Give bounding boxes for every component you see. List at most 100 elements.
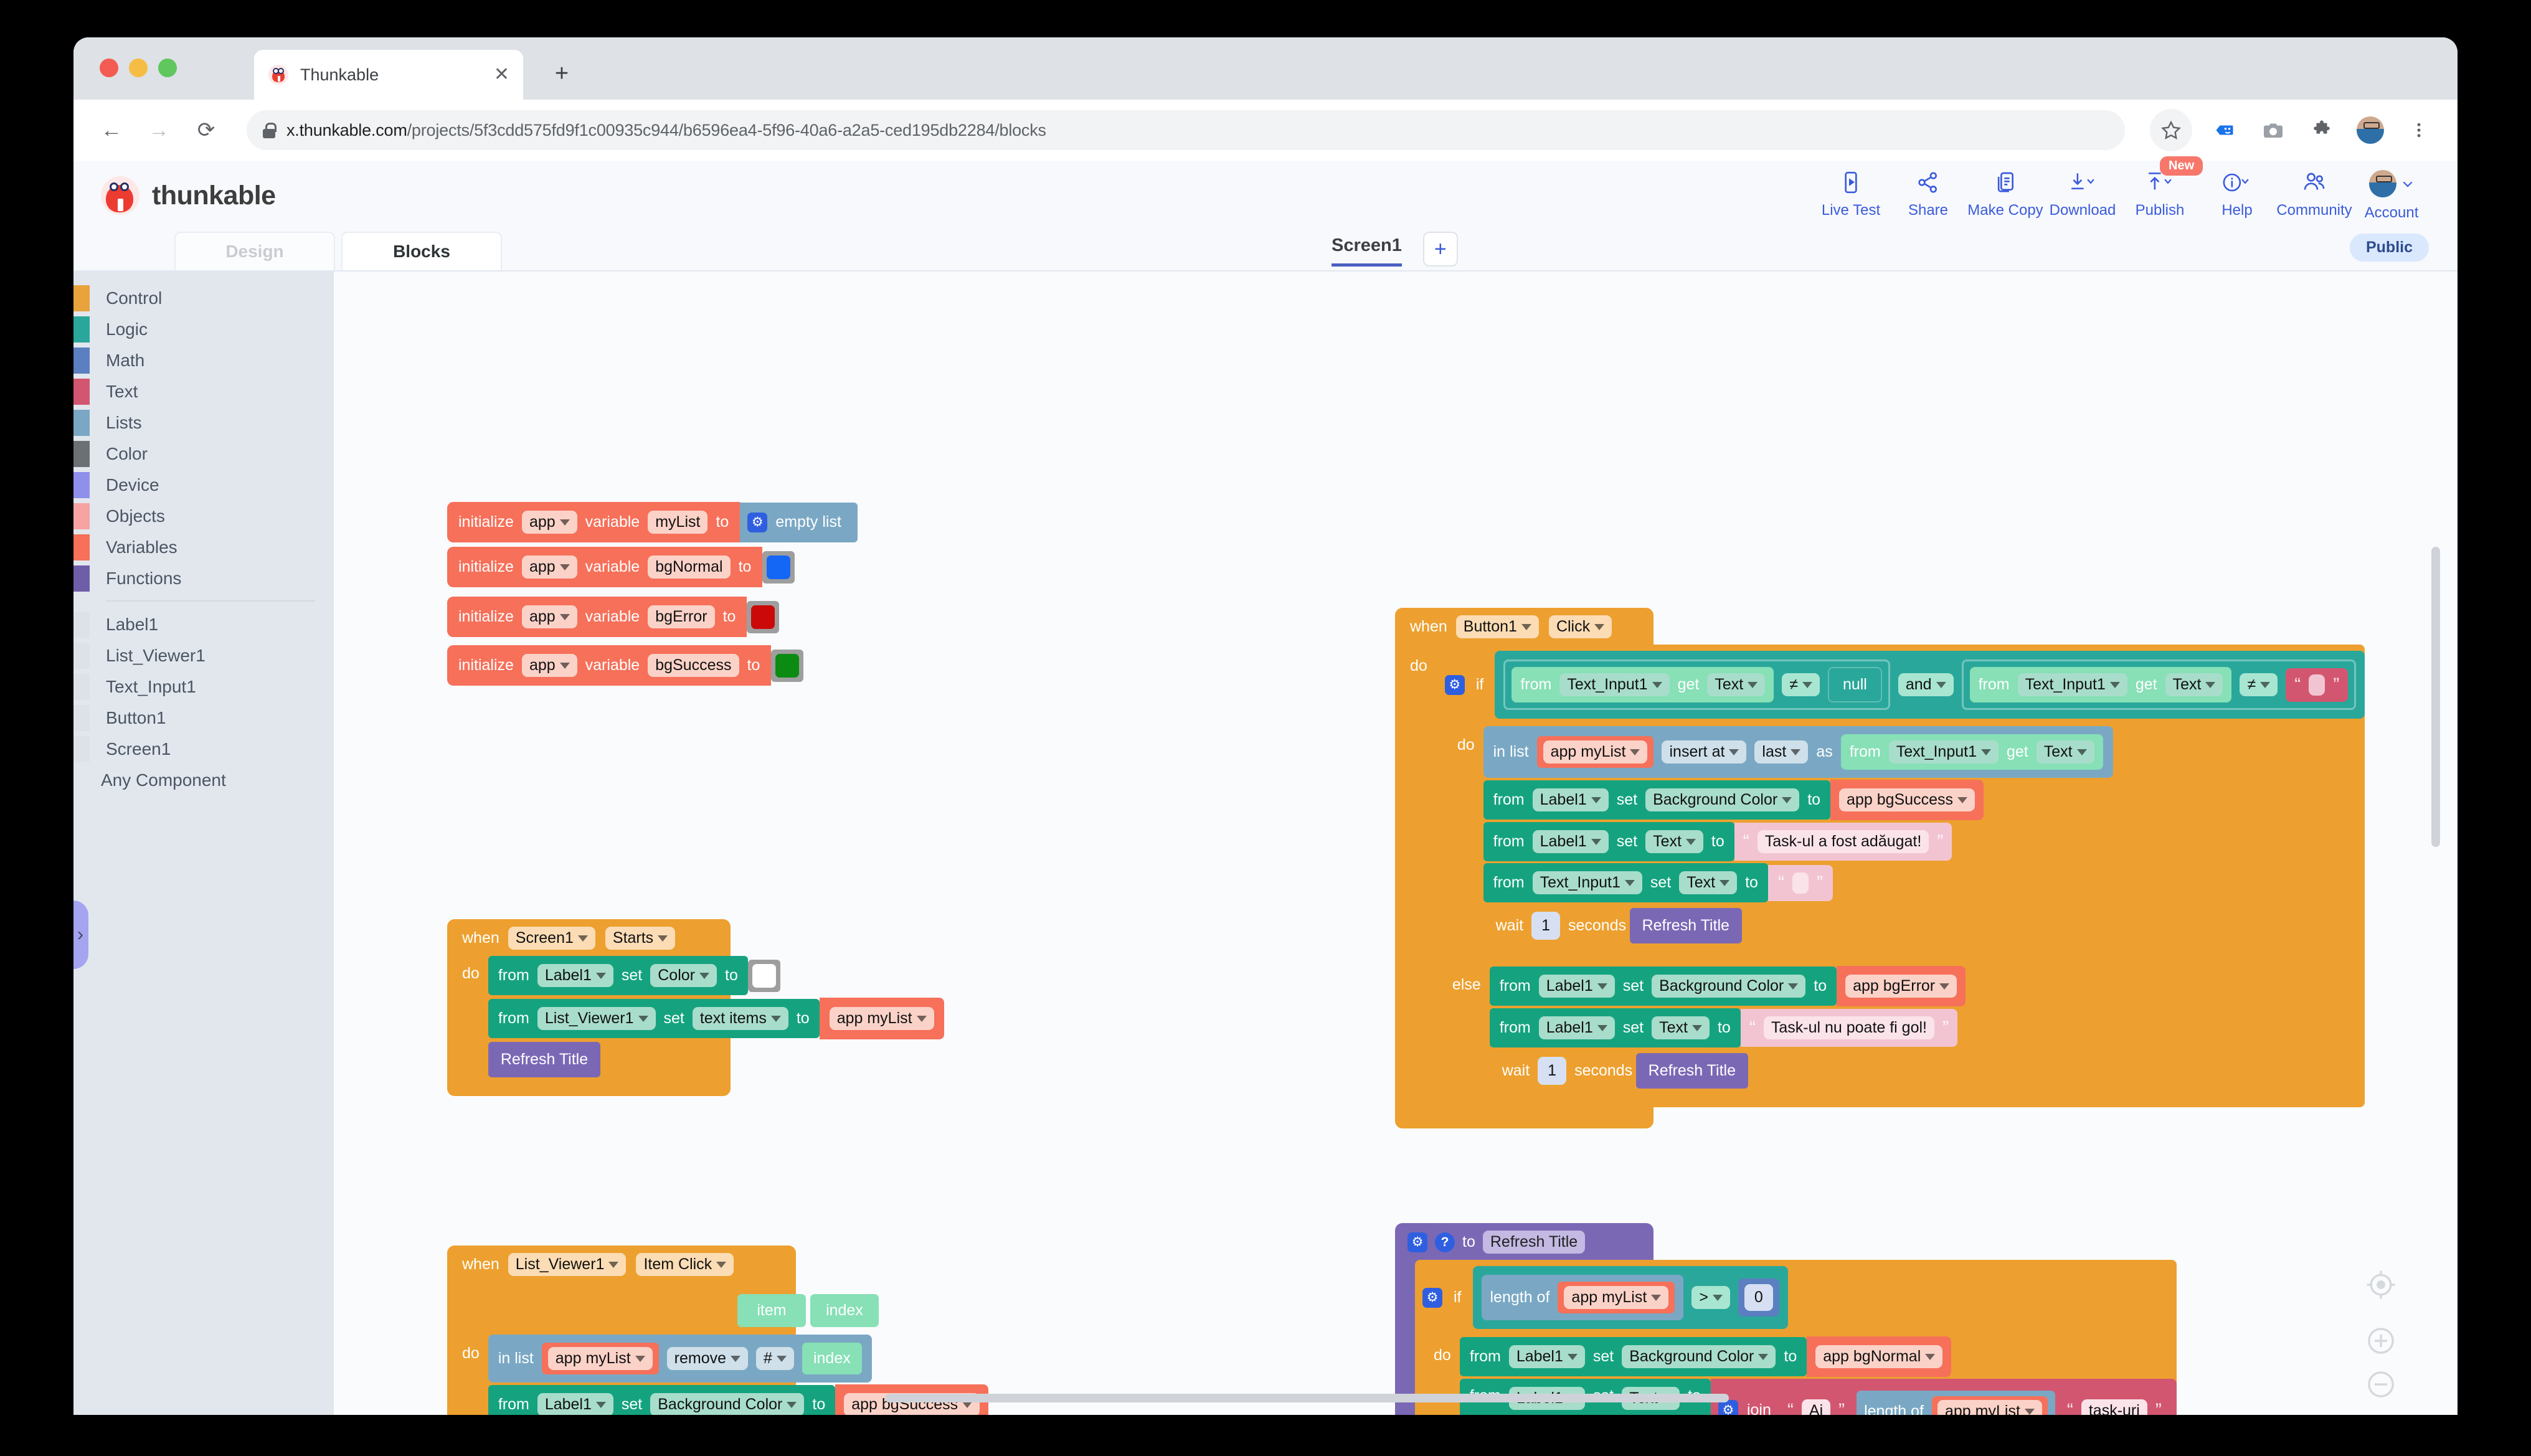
target-dropdown[interactable]: Text_Input1 (1532, 871, 1642, 894)
target-dropdown[interactable]: Label1 (1532, 788, 1609, 811)
target-dropdown[interactable]: List_Viewer1 (537, 1007, 656, 1030)
publish-button[interactable]: New Publish (2121, 156, 2203, 219)
event-dropdown[interactable]: Click (1548, 615, 1612, 638)
comparison-operator[interactable]: > (1691, 1286, 1730, 1309)
empty-text-block[interactable]: “” (1767, 864, 1833, 901)
palette-item-objects[interactable]: Objects (73, 501, 334, 532)
text-value[interactable]: Ai (1801, 1399, 1831, 1415)
block-wait[interactable]: wait 1 seconds (1483, 904, 1626, 947)
maximize-window-button[interactable] (158, 59, 177, 77)
palette-item-text[interactable]: Text (73, 376, 334, 407)
list-position-dropdown[interactable]: last (1754, 740, 1809, 763)
block-wait[interactable]: wait 1 seconds (1489, 1049, 1632, 1092)
gear-icon[interactable]: ⚙ (1407, 1232, 1427, 1252)
list-position-dropdown[interactable]: # (756, 1347, 794, 1370)
download-button[interactable]: Download (2044, 170, 2121, 219)
new-tab-button[interactable]: + (547, 59, 577, 88)
visibility-badge[interactable]: Public (2349, 234, 2429, 262)
list-action-dropdown[interactable]: remove (666, 1347, 749, 1370)
color-block[interactable] (747, 959, 780, 992)
text-block[interactable]: “ Task-ul nu poate fi gol! ” (1740, 1009, 1957, 1047)
extensions-puzzle-icon[interactable] (2306, 114, 2338, 146)
property-dropdown[interactable]: Background Color (650, 1393, 805, 1415)
tag-icon[interactable] (2208, 114, 2241, 146)
palette-flyout-toggle[interactable]: › (73, 901, 88, 969)
block-initialize-bgnormal[interactable]: initialize app variable bgNormal to (447, 547, 795, 587)
color-block[interactable] (771, 649, 804, 682)
palette-item-functions[interactable]: Functions (73, 563, 334, 594)
scope-dropdown[interactable]: app (521, 511, 577, 534)
length-of-block[interactable]: length of app myList (1481, 1275, 1684, 1320)
join-part-text[interactable]: “task-uri” (2059, 1394, 2169, 1415)
event-dropdown[interactable]: Starts (605, 927, 676, 950)
block-initialize-mylist[interactable]: initialize app variable myList to ⚙ empt… (447, 502, 858, 542)
target-dropdown[interactable]: Label1 (1538, 1016, 1615, 1039)
block-call-refresh-title[interactable]: Refresh Title (1635, 1053, 1748, 1089)
block-function-refresh-title[interactable]: ⚙ ? to Refresh Title ⚙ if length of app … (1395, 1223, 2177, 1415)
boolean-operator[interactable]: and (1898, 673, 1954, 696)
zoom-out-icon[interactable] (2364, 1368, 2398, 1404)
target-dropdown[interactable]: Text_Input1 (2017, 673, 2127, 696)
wait-seconds-input[interactable]: 1 (1531, 912, 1560, 940)
help-button[interactable]: Help (2198, 170, 2276, 219)
browser-profile-avatar[interactable] (2354, 114, 2387, 146)
block-call-refresh-title[interactable]: Refresh Title (1629, 908, 1742, 943)
palette-item-text-input1[interactable]: Text_Input1 (73, 671, 334, 702)
component-dropdown[interactable]: Screen1 (508, 927, 595, 950)
target-dropdown[interactable]: Label1 (1508, 1345, 1585, 1368)
comparison-operator[interactable]: ≠ (1782, 673, 1820, 696)
gear-icon[interactable]: ⚙ (1422, 1287, 1442, 1308)
window-controls[interactable] (100, 59, 177, 77)
property-dropdown[interactable]: Text (1645, 830, 1703, 853)
block-initialize-bgerror[interactable]: initialize app variable bgError to (447, 597, 780, 637)
join-part-length-of[interactable]: length of app myList (1857, 1391, 2055, 1415)
share-button[interactable]: Share (1890, 170, 1967, 219)
property-dropdown[interactable]: Background Color (1622, 1345, 1776, 1368)
property-dropdown[interactable]: Text (1679, 871, 1738, 894)
palette-item-label1[interactable]: Label1 (73, 609, 334, 640)
thunkable-logo[interactable]: thunkable (101, 176, 276, 215)
block-in-list-remove[interactable]: in list app myList remove # index (488, 1335, 872, 1383)
color-block[interactable] (762, 551, 795, 584)
text-block[interactable]: “ Task-ul a fost adăugat! ” (1734, 823, 1952, 861)
forward-icon[interactable]: → (143, 115, 174, 146)
property-dropdown[interactable]: Text (2165, 673, 2223, 696)
variable-name[interactable]: bgNormal (648, 555, 731, 579)
property-dropdown[interactable]: Color (650, 964, 717, 987)
browser-menu-icon[interactable] (2403, 114, 2435, 146)
block-clear-input[interactable]: from Text_Input1 set Text to (1483, 863, 1768, 902)
variable-getter[interactable]: app myList (1937, 1400, 2042, 1415)
component-dropdown[interactable]: Button1 (1455, 615, 1539, 638)
scope-dropdown[interactable]: app (521, 555, 577, 579)
target-dropdown[interactable]: Label1 (1532, 830, 1609, 853)
variable-getter[interactable]: app bgNormal (1815, 1345, 1943, 1368)
gear-icon[interactable]: ⚙ (1444, 674, 1465, 695)
palette-item-control[interactable]: Control (73, 283, 334, 314)
property-dropdown[interactable]: Text (1652, 1016, 1710, 1039)
list-action-dropdown[interactable]: insert at (1662, 740, 1747, 763)
center-blocks-icon[interactable] (2364, 1268, 2398, 1305)
block-in-list-insert[interactable]: in list app myList insert at last as fro… (1483, 726, 2113, 778)
block-set-label-text[interactable]: from Label1 set Text to (1483, 822, 1734, 861)
variable-name[interactable]: bgSuccess (648, 654, 739, 677)
block-set-error-text[interactable]: from Label1 set Text to (1489, 1008, 1741, 1047)
text-value[interactable]: Task-ul nu poate fi gol! (1763, 1016, 1934, 1039)
address-bar[interactable]: x.thunkable.com/projects/5f3cdd575fd9f1c… (247, 110, 2125, 150)
property-dropdown[interactable]: Text (1707, 673, 1766, 696)
component-dropdown[interactable]: List_Viewer1 (508, 1253, 627, 1276)
close-tab-icon[interactable]: ✕ (494, 65, 509, 84)
palette-item-math[interactable]: Math (73, 345, 334, 376)
empty-text-block[interactable]: “” (2286, 668, 2349, 702)
gear-icon[interactable]: ⚙ (747, 512, 768, 532)
make-copy-button[interactable]: Make Copy (1967, 170, 2044, 219)
scope-dropdown[interactable]: app (521, 654, 577, 677)
palette-item-list-viewer1[interactable]: List_Viewer1 (73, 640, 334, 671)
community-button[interactable]: Community (2276, 170, 2353, 219)
variable-getter[interactable]: app myList (829, 1007, 934, 1030)
join-part-text[interactable]: “Ai” (1779, 1394, 1853, 1415)
palette-item-button1[interactable]: Button1 (73, 702, 334, 734)
minimize-window-button[interactable] (129, 59, 148, 77)
canvas-vertical-scrollbar[interactable] (2431, 547, 2440, 847)
blocks-canvas[interactable]: initialize app variable myList to ⚙ empt… (334, 272, 2458, 1415)
block-set-bg-error[interactable]: from Label1 set Background Color to (1489, 967, 1837, 1006)
